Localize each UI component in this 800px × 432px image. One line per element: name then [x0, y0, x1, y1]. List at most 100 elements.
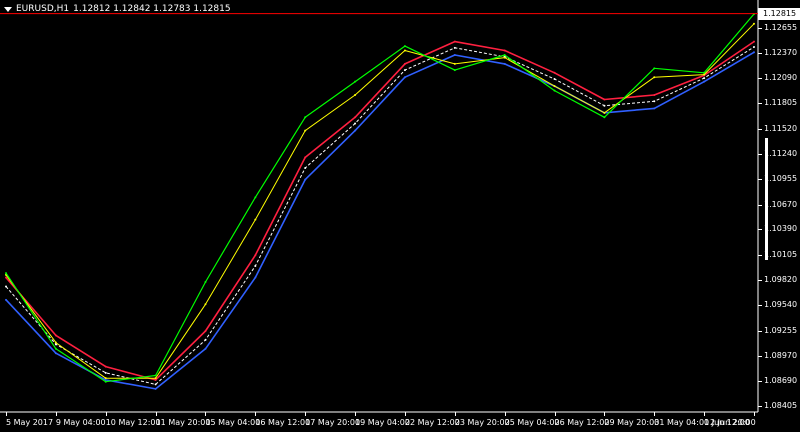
middle-band-series-point — [154, 383, 157, 386]
lower-band-series-point — [753, 51, 755, 54]
price-scale-drag-marker[interactable] — [765, 138, 768, 260]
price-line-series — [5, 13, 755, 383]
price-label: 1.10105 — [764, 249, 798, 259]
fast-ma-series-point — [354, 94, 357, 97]
price-tick — [758, 280, 762, 282]
price-tick — [758, 254, 762, 256]
price-tick — [758, 406, 762, 408]
middle-band-series-point — [553, 78, 556, 81]
time-label: 10 May 12:00 — [105, 418, 161, 427]
price-tick — [758, 380, 762, 382]
fast-ma-series-point — [254, 218, 257, 221]
chart-title-bar: EURUSD,H1 1.12812 1.12842 1.12783 1.1281… — [2, 2, 231, 16]
time-tick — [155, 412, 157, 416]
middle-band-series-point — [5, 285, 7, 288]
lower-band-series-point — [254, 276, 257, 279]
time-label: 22 May 12:00 — [404, 418, 460, 427]
upper-band-series-point — [154, 378, 157, 381]
price-tick — [758, 103, 762, 105]
upper-band-series-point — [503, 49, 506, 52]
price-label: 1.12655 — [764, 22, 798, 32]
price-line-series-point — [553, 89, 556, 92]
lower-band-series-point — [204, 347, 207, 350]
price-label: 1.09820 — [764, 275, 798, 285]
middle-band-series-point — [204, 338, 207, 341]
price-label: 1.08690 — [764, 375, 798, 385]
series-layer — [5, 13, 755, 390]
time-axis[interactable]: 5 May 2017 9 May 04:00 10 May 12:00 11 May … — [0, 412, 758, 432]
price-tick — [758, 78, 762, 80]
time-tick — [205, 412, 207, 416]
price-label: 1.11520 — [764, 123, 798, 133]
chart-menu-icon[interactable] — [4, 6, 12, 12]
time-label: 19 May 04:00 — [355, 418, 410, 427]
price-line-series-point — [204, 281, 207, 284]
price-label: 1.08405 — [764, 401, 798, 411]
time-tick — [504, 412, 506, 416]
upper-band-series-point — [204, 329, 207, 332]
time-tick — [604, 412, 606, 416]
middle-band-series-point — [603, 104, 606, 107]
price-chart[interactable] — [0, 0, 800, 432]
price-line-series-point — [304, 116, 307, 119]
price-tick — [758, 153, 762, 155]
fast-ma-series-point — [653, 76, 656, 79]
lower-band-series-point — [354, 129, 357, 132]
price-line-series-point — [54, 347, 57, 350]
upper-band-series — [5, 40, 755, 381]
upper-band-series-point — [553, 71, 556, 74]
price-line-series-point — [5, 272, 7, 275]
upper-band-series-point — [104, 365, 107, 368]
price-line-series-point — [354, 80, 357, 83]
time-tick — [305, 412, 307, 416]
lower-band-series-point — [5, 298, 7, 301]
ohlc-values: 1.12812 1.12842 1.12783 1.12815 — [73, 4, 231, 14]
price-tick — [758, 53, 762, 55]
upper-band-series-point — [603, 98, 606, 101]
upper-band-series-point — [453, 40, 456, 43]
lower-band-series-point — [154, 387, 157, 390]
price-tick — [758, 229, 762, 231]
upper-band-series-point — [753, 40, 755, 43]
lower-band-series-point — [304, 178, 307, 181]
middle-band-series-point — [753, 45, 755, 48]
time-tick — [404, 412, 406, 416]
time-tick — [355, 412, 357, 416]
middle-band-series-point — [653, 100, 656, 103]
lower-band-series-point — [703, 80, 706, 83]
fast-ma-series — [5, 23, 755, 379]
time-label: 5 May 2017 — [6, 418, 54, 427]
lower-band-series-point — [54, 352, 57, 355]
chart-window[interactable]: EURUSD,H1 1.12812 1.12842 1.12783 1.1281… — [0, 0, 800, 432]
lower-band-series — [5, 51, 755, 390]
time-tick — [754, 412, 755, 416]
price-tick — [758, 204, 762, 206]
price-line-series-point — [154, 374, 157, 377]
price-label: 1.10390 — [764, 224, 798, 234]
price-label: 1.11240 — [764, 148, 798, 158]
price-line-series-point — [503, 53, 506, 56]
upper-band-series-point — [254, 254, 257, 257]
middle-band-series-point — [254, 264, 257, 267]
time-label: 31 May 04:00 — [654, 418, 710, 427]
price-line-series-point — [254, 196, 257, 199]
price-line-series-point — [403, 45, 406, 48]
lower-band-series-point — [403, 76, 406, 79]
time-label: 23 May 20:00 — [454, 418, 510, 427]
fast-ma-series-point — [304, 129, 307, 132]
price-label: 1.09255 — [764, 325, 798, 335]
time-label: 16 May 12:00 — [255, 418, 311, 427]
fast-ma-series-point — [403, 49, 406, 52]
fast-ma-series-point — [204, 303, 207, 306]
time-label: 17 May 20:00 — [305, 418, 361, 427]
current-price-label: 1.12815 — [758, 7, 800, 20]
fast-ma-series-point — [553, 85, 556, 88]
fast-ma-series-point — [54, 341, 57, 344]
time-label: 11 May 20:00 — [155, 418, 211, 427]
middle-band-series-point — [403, 69, 406, 72]
price-label: 1.09540 — [764, 300, 798, 310]
middle-band-series-point — [453, 46, 456, 49]
price-label: 1.12090 — [764, 73, 798, 83]
time-tick — [454, 412, 456, 416]
price-line-series-point — [453, 69, 456, 72]
